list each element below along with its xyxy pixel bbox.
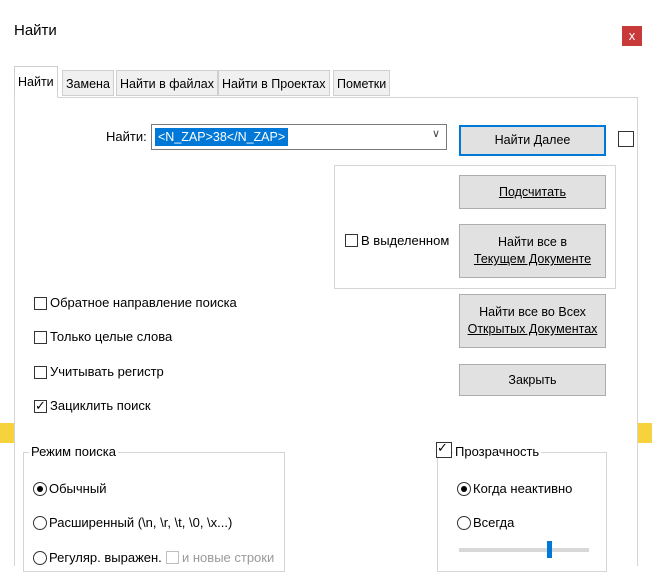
transparency-always-radio[interactable] bbox=[457, 516, 471, 530]
tab-marks[interactable]: Пометки bbox=[333, 70, 391, 96]
count-label: Подсчитать bbox=[498, 184, 567, 199]
backward-checkbox[interactable] bbox=[34, 297, 47, 310]
newline-checkbox[interactable] bbox=[166, 551, 179, 564]
transparency-inactive-radio[interactable] bbox=[457, 482, 471, 496]
find-next-button[interactable]: Найти Далее bbox=[459, 125, 606, 156]
whole-words-label: Только целые слова bbox=[50, 329, 173, 344]
wrap-around-checkbox[interactable] bbox=[34, 398, 47, 414]
find-all-current-label-1: Найти все в bbox=[498, 235, 567, 249]
tab-find-in-files[interactable]: Найти в файлах bbox=[116, 70, 218, 96]
find-next-option-checkbox[interactable] bbox=[618, 131, 634, 147]
tab-find[interactable]: Найти bbox=[14, 66, 58, 98]
find-all-current-label-2: Текущем Документе bbox=[473, 252, 592, 266]
find-combobox[interactable]: <N_ZAP>38</N_ZAP> ∨ bbox=[151, 124, 447, 150]
transparency-slider-thumb[interactable] bbox=[547, 541, 552, 558]
transparency-label: Прозрачность bbox=[453, 444, 542, 459]
in-selection-checkbox[interactable] bbox=[345, 234, 358, 247]
tab-find-in-projects[interactable]: Найти в Проектах bbox=[218, 70, 330, 96]
window-title: Найти bbox=[14, 22, 57, 39]
find-all-open-label-2: Открытых Документах bbox=[467, 322, 598, 336]
match-case-label: Учитывать регистр bbox=[50, 364, 164, 379]
match-case-checkbox[interactable] bbox=[34, 366, 47, 379]
mode-extended-label: Расширенный (\n, \r, \t, \0, \x...) bbox=[49, 515, 233, 530]
transparency-slider-track[interactable] bbox=[459, 548, 589, 552]
mode-normal-radio[interactable] bbox=[33, 482, 47, 496]
backward-label: Обратное направление поиска bbox=[50, 295, 237, 310]
transparency-always-label: Всегда bbox=[473, 515, 515, 530]
find-next-label: Найти Далее bbox=[494, 133, 571, 147]
find-all-open-button[interactable]: Найти все во Всех Открытых Документах bbox=[459, 294, 606, 348]
transparency-inactive-label: Когда неактивно bbox=[473, 481, 573, 496]
mode-normal-label: Обычный bbox=[49, 481, 107, 496]
title-bar: Найти x bbox=[0, 0, 652, 62]
mode-regex-label: Регуляр. выражен. bbox=[49, 550, 162, 565]
newline-label: и новые строки bbox=[182, 550, 275, 565]
close-window-button[interactable]: x bbox=[622, 26, 642, 46]
find-all-open-label-1: Найти все во Всех bbox=[479, 305, 586, 319]
chevron-down-icon[interactable]: ∨ bbox=[432, 127, 440, 140]
close-button[interactable]: Закрыть bbox=[459, 364, 606, 396]
transparency-group bbox=[437, 452, 607, 572]
mode-extended-radio[interactable] bbox=[33, 516, 47, 530]
background-highlight-left bbox=[0, 423, 14, 443]
whole-words-checkbox[interactable] bbox=[34, 331, 47, 344]
count-button[interactable]: Подсчитать bbox=[459, 175, 606, 209]
find-all-current-button[interactable]: Найти все в Текущем Документе bbox=[459, 224, 606, 278]
transparency-checkbox[interactable] bbox=[436, 440, 452, 458]
background-highlight-right bbox=[638, 423, 652, 443]
find-label: Найти: bbox=[106, 129, 147, 144]
tab-replace[interactable]: Замена bbox=[62, 70, 114, 96]
mode-regex-radio[interactable] bbox=[33, 551, 47, 565]
search-mode-title: Режим поиска bbox=[29, 444, 118, 459]
find-input-value[interactable]: <N_ZAP>38</N_ZAP> bbox=[155, 128, 289, 146]
close-label: Закрыть bbox=[508, 372, 557, 387]
wrap-around-label: Зациклить поиск bbox=[50, 398, 151, 413]
in-selection-label: В выделенном bbox=[361, 233, 450, 248]
